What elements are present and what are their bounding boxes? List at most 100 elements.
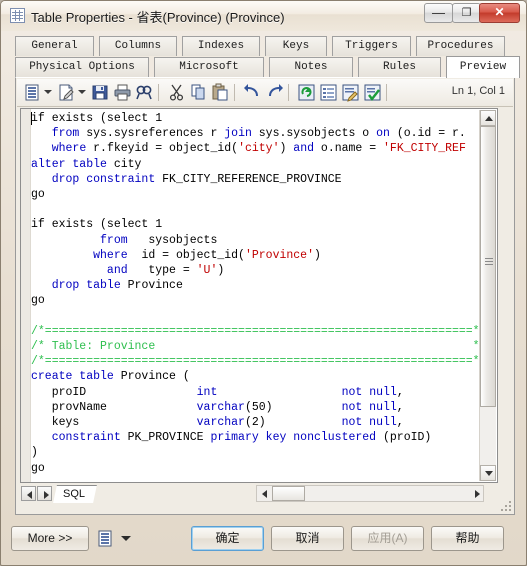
print-icon[interactable] <box>113 83 132 102</box>
dropdown-arrow-icon[interactable] <box>78 90 86 95</box>
redo-icon[interactable] <box>265 83 284 102</box>
code-line: constraint PK_PROVINCE primary key noncl… <box>51 431 432 445</box>
code-line: drop table Province <box>51 279 183 293</box>
edit-icon[interactable] <box>341 83 360 102</box>
editor-toolbar: Ln 1, Col 1 <box>17 79 513 107</box>
scrollbar-grip-icon <box>485 258 493 265</box>
scroll-up-button[interactable] <box>480 110 496 126</box>
code-line: keys varchar(2) not null, <box>31 416 404 430</box>
title-bar[interactable]: Table Properties - 省表(Province) (Provinc… <box>1 1 526 31</box>
chevron-right-icon <box>475 490 480 498</box>
close-icon: ✕ <box>494 5 505 19</box>
code-line: alter table city <box>31 157 142 171</box>
toolbar-separator <box>234 84 235 101</box>
tab-preview[interactable]: Preview <box>446 56 520 78</box>
new-document-icon[interactable] <box>57 83 76 102</box>
horizontal-scrollbar-thumb[interactable] <box>272 486 305 501</box>
find-icon[interactable] <box>135 83 154 102</box>
close-button[interactable]: ✕ <box>479 3 520 23</box>
scroll-right-button[interactable] <box>469 486 483 501</box>
code-line: go <box>31 461 45 475</box>
cancel-button[interactable]: 取消 <box>271 526 344 551</box>
tab-preview-label: Preview <box>459 61 507 73</box>
code-line: go <box>31 188 45 202</box>
scroll-down-button[interactable] <box>480 465 496 481</box>
toolbar-separator <box>158 84 159 101</box>
code-line: where id = object_id('Province') <box>93 248 321 262</box>
sheet-tab-label: SQL <box>63 488 86 500</box>
save-report-icon[interactable] <box>96 529 115 548</box>
refresh-icon[interactable] <box>297 83 316 102</box>
code-line: go <box>31 294 45 308</box>
toolbar-separator <box>288 84 289 101</box>
tab-rules[interactable]: Rules <box>358 57 441 77</box>
ok-button[interactable]: 确定 <box>191 526 264 551</box>
chevron-up-icon <box>485 116 493 121</box>
tab-strip: General Columns Indexes Keys Triggers Procedu… <box>15 36 520 78</box>
print-preview-icon[interactable] <box>23 83 42 102</box>
cursor-position-status: Ln 1, Col 1 <box>451 85 505 97</box>
sheet-prev-button[interactable] <box>21 486 36 501</box>
horizontal-scrollbar[interactable] <box>256 485 484 502</box>
code-line: and type = 'U') <box>106 264 225 278</box>
code-line: ) <box>31 446 38 460</box>
table-properties-window: Table Properties - 省表(Province) (Provinc… <box>0 0 527 566</box>
chevron-left-icon <box>262 490 267 498</box>
save-icon[interactable] <box>91 83 110 102</box>
table-icon <box>10 8 25 23</box>
tab-columns-label: Columns <box>114 40 162 52</box>
properties-icon[interactable] <box>319 83 338 102</box>
sql-code-text[interactable]: if exists (select 1 from sys.sysreferenc… <box>31 111 497 482</box>
code-line: if exists (select 1 <box>31 112 163 125</box>
dropdown-arrow-icon[interactable] <box>121 536 131 541</box>
cut-icon[interactable] <box>167 83 186 102</box>
maximize-button[interactable]: ❐ <box>452 3 481 23</box>
tab-triggers-label: Triggers <box>345 40 398 52</box>
minimize-button[interactable]: — <box>424 3 453 23</box>
tab-columns[interactable]: Columns <box>99 36 177 56</box>
more-button[interactable]: More >> <box>11 526 89 551</box>
code-line: drop constraint FK_CITY_REFERENCE_PROVIN… <box>51 172 342 186</box>
minimize-icon: — <box>432 5 445 20</box>
vertical-scrollbar[interactable] <box>479 110 496 481</box>
help-button[interactable]: 帮助 <box>431 526 504 551</box>
tab-rules-label: Rules <box>382 61 416 73</box>
chevron-right-icon <box>44 491 49 499</box>
tab-physical-options[interactable]: Physical Options <box>15 57 149 77</box>
undo-icon[interactable] <box>243 83 262 102</box>
tab-notes-label: Notes <box>294 61 328 73</box>
sheet-tab-sql[interactable]: SQL <box>53 485 97 503</box>
tab-indexes[interactable]: Indexes <box>182 36 260 56</box>
paste-icon[interactable] <box>211 83 230 102</box>
dropdown-arrow-icon[interactable] <box>44 90 52 95</box>
code-line: /*======================================… <box>31 355 487 369</box>
check-icon[interactable] <box>363 83 382 102</box>
vertical-scrollbar-thumb[interactable] <box>480 126 496 407</box>
code-line: from sys.sysreferences r join sys.sysobj… <box>51 127 466 141</box>
tab-procedures[interactable]: Procedures <box>416 36 505 56</box>
tab-general[interactable]: General <box>15 36 94 56</box>
code-line: where r.fkeyid = object_id('city') and o… <box>51 142 466 156</box>
preview-panel: Ln 1, Col 1 if exists (select 1 from sys… <box>15 77 515 515</box>
tab-microsoft[interactable]: Microsoft <box>154 57 264 77</box>
tab-indexes-label: Indexes <box>197 40 245 52</box>
tab-physical-options-label: Physical Options <box>29 61 135 73</box>
tab-notes[interactable]: Notes <box>269 57 353 77</box>
sheet-tab-bar: SQL <box>20 485 498 503</box>
copy-icon[interactable] <box>189 83 208 102</box>
tab-procedures-label: Procedures <box>427 40 494 52</box>
scroll-left-button[interactable] <box>257 486 271 501</box>
code-line: create table Province ( <box>31 370 190 384</box>
tab-triggers[interactable]: Triggers <box>332 36 411 56</box>
resize-grip-icon[interactable] <box>501 501 513 513</box>
code-line: /*======================================… <box>31 324 487 338</box>
sql-preview-editor[interactable]: if exists (select 1 from sys.sysreferenc… <box>20 108 498 483</box>
tab-keys[interactable]: Keys <box>265 36 327 56</box>
tab-general-label: General <box>31 40 78 52</box>
code-line: proID int not null, <box>31 385 404 399</box>
apply-button: 应用(A) <box>351 526 424 551</box>
sheet-next-button[interactable] <box>37 486 52 501</box>
editor-gutter <box>21 109 31 482</box>
